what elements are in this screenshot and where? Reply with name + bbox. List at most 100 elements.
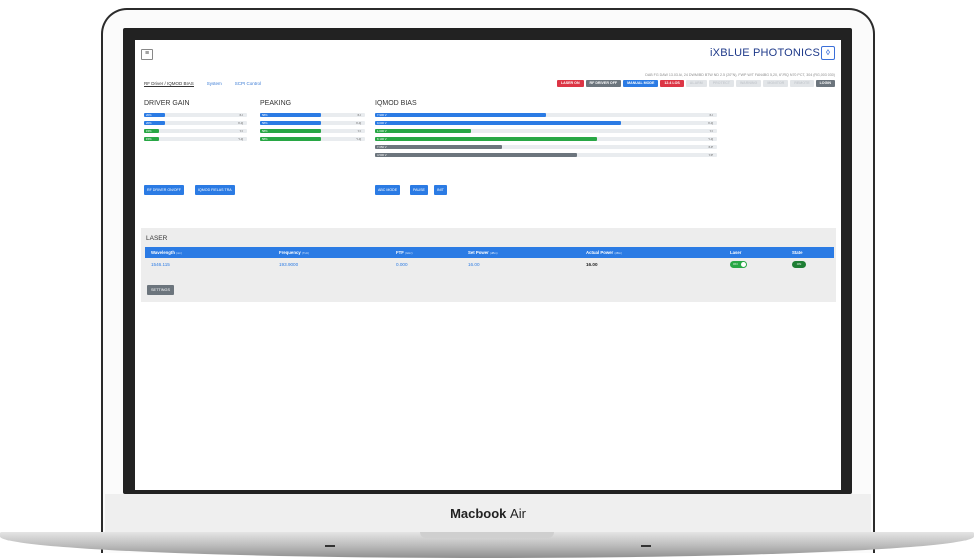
rf-driver-onoff-button[interactable]: RF DRIVER ON/OFF <box>144 185 184 195</box>
wavelength-value[interactable]: 1546.115 <box>151 258 170 271</box>
gauge-channel: Y-Q <box>238 137 243 141</box>
gauge-channel: Y-Q <box>708 137 713 141</box>
gauge-value: 7.900 V <box>377 113 387 117</box>
laptop-foot-left <box>325 545 335 547</box>
init-button[interactable]: INIT <box>434 185 447 195</box>
gauge-bar: 58% X-I <box>260 113 365 117</box>
gauge-channel: X-I <box>357 113 361 117</box>
status-badges: LASER ON RF DRIVER OFF MANUAL MODE 12.4 LOS… <box>556 80 835 87</box>
status-badge[interactable]: LOGIN <box>815 80 835 87</box>
app-screen: ≡ iXBLUE PHOTONICS ◊ DAB FG DAW 13.03 Ai… <box>135 40 841 490</box>
gauge-fill <box>260 113 321 117</box>
gauge-value: 7.050 V <box>377 145 387 149</box>
gauge-value: 15% <box>146 129 152 133</box>
iqmod-bias-title: IQMOD BIAS <box>375 100 417 107</box>
laser-card: LASER Wavelength (nm) Frequency (THz) FT… <box>141 228 836 302</box>
gauge-value: 4.500 V <box>377 153 387 157</box>
status-badge: RF DRIVER OFF <box>585 80 622 87</box>
gauge-fill <box>375 113 546 117</box>
status-badge: ALARM <box>685 80 707 87</box>
gauge-bar: 15% Y-Q <box>144 137 247 141</box>
gauge-fill <box>375 129 471 133</box>
laser-toggle-label: ON <box>733 262 738 266</box>
tab-rf-driver[interactable]: RF Driver / IQMOD BIAS <box>144 81 194 87</box>
gauge-value: 20% <box>146 121 152 125</box>
status-badge: 12.4 LOS <box>660 80 684 87</box>
laser-toggle[interactable]: ON <box>730 261 747 268</box>
gauge-value: 58% <box>262 113 268 117</box>
gauge-channel: Y-P <box>708 153 713 157</box>
abc-mode-button[interactable]: ABC MODE <box>375 185 401 195</box>
col-state: State <box>792 250 803 255</box>
gauge-channel: X-I <box>239 113 243 117</box>
status-badge: WARNING <box>735 80 762 87</box>
device-status-line: DAB FG DAW 13.03 Ai, 24 DWM/BD BTW ND 2.… <box>645 73 835 77</box>
gauge-value: 58% <box>262 121 268 125</box>
frequency-value[interactable]: 193.9000 <box>279 258 298 271</box>
gauge-value: 58% <box>262 129 268 133</box>
toggle-knob-icon <box>741 262 746 267</box>
main-tabs: RF Driver / IQMOD BIAS System SCPI Contr… <box>144 81 261 87</box>
gauge-bar: 7.900 V X-I <box>375 113 717 117</box>
logo-mark-icon: ◊ <box>821 46 835 60</box>
status-badge: MONITOR <box>763 80 789 87</box>
laptop-foot-right <box>641 545 651 547</box>
laser-card-title: LASER <box>146 235 168 242</box>
gauge-fill <box>375 121 622 125</box>
gauge-bar: 20% X-Q <box>144 121 247 125</box>
gauge-bar: 58% Y-Q <box>260 137 365 141</box>
iqmod-fielas-button[interactable]: IQMOD FIELAS TRA <box>195 185 235 195</box>
gauge-value: 9.000 V <box>377 121 387 125</box>
gauge-fill <box>260 129 321 133</box>
hamburger-icon[interactable]: ≡ <box>141 49 153 60</box>
peaking-title: PEAKING <box>260 100 292 107</box>
pause-button[interactable]: PAUSE <box>410 185 428 195</box>
settings-button[interactable]: SETTINGS <box>147 285 174 295</box>
col-laser: Laser <box>730 250 742 255</box>
gauge-bar: 4.500 V Y-P <box>375 153 717 157</box>
gauge-channel: X-I <box>709 113 713 117</box>
actual-power-value: 16.00 <box>586 262 598 267</box>
tab-scpi-control[interactable]: SCPI Control <box>235 81 261 87</box>
gauge-channel: X-Q <box>708 121 713 125</box>
gauge-channel: X-Q <box>238 121 243 125</box>
gauge-channel: Y-I <box>357 129 361 133</box>
device-brand: Macbook <box>450 505 507 521</box>
gauge-fill <box>375 145 502 149</box>
ftf-value[interactable]: 0.000 <box>396 258 408 271</box>
company-logo: iXBLUE PHOTONICS ◊ <box>710 46 835 60</box>
gauge-bar: 15% Y-I <box>144 129 247 133</box>
laptop-notch <box>420 532 554 538</box>
status-badge: LASER ON <box>556 80 584 87</box>
set-power-value[interactable]: 16.00 <box>468 258 480 271</box>
gauge-bar: 20% X-I <box>144 113 247 117</box>
driver-gain-title: DRIVER GAIN <box>144 100 190 107</box>
gauge-bar: 8.100 V Y-Q <box>375 137 717 141</box>
gauge-bar: 9.000 V X-Q <box>375 121 717 125</box>
gauge-bar: 58% Y-I <box>260 129 365 133</box>
gauge-fill <box>260 137 321 141</box>
gauge-channel: X-Q <box>356 121 361 125</box>
state-badge: ON <box>792 261 806 268</box>
device-model: Air <box>510 505 526 521</box>
tab-system[interactable]: System <box>207 81 222 87</box>
logo-text: iXBLUE PHOTONICS <box>710 47 820 59</box>
laptop-chin: Macbook Air <box>105 494 871 532</box>
gauge-channel: Y-I <box>239 129 243 133</box>
table-row: 1546.115 193.9000 0.000 16.00 16.00 ON O… <box>145 258 834 271</box>
gauge-bar: 1.000 V Y-I <box>375 129 717 133</box>
gauge-value: 1.000 V <box>377 129 387 133</box>
gauge-channel: X-P <box>708 145 713 149</box>
status-badge: PROTECT <box>708 80 734 87</box>
status-badge: MANUAL MODE <box>623 80 659 87</box>
gauge-channel: Y-Q <box>356 137 361 141</box>
gauge-value: 8.100 V <box>377 137 387 141</box>
gauge-value: 20% <box>146 113 152 117</box>
gauge-value: 15% <box>146 137 152 141</box>
laser-table-header: Wavelength (nm) Frequency (THz) FTF (GHz… <box>145 247 834 258</box>
gauge-fill <box>375 137 598 141</box>
gauge-bar: 58% X-Q <box>260 121 365 125</box>
gauge-channel: Y-I <box>709 129 713 133</box>
gauge-fill <box>260 121 321 125</box>
gauge-bar: 7.050 V X-P <box>375 145 717 149</box>
